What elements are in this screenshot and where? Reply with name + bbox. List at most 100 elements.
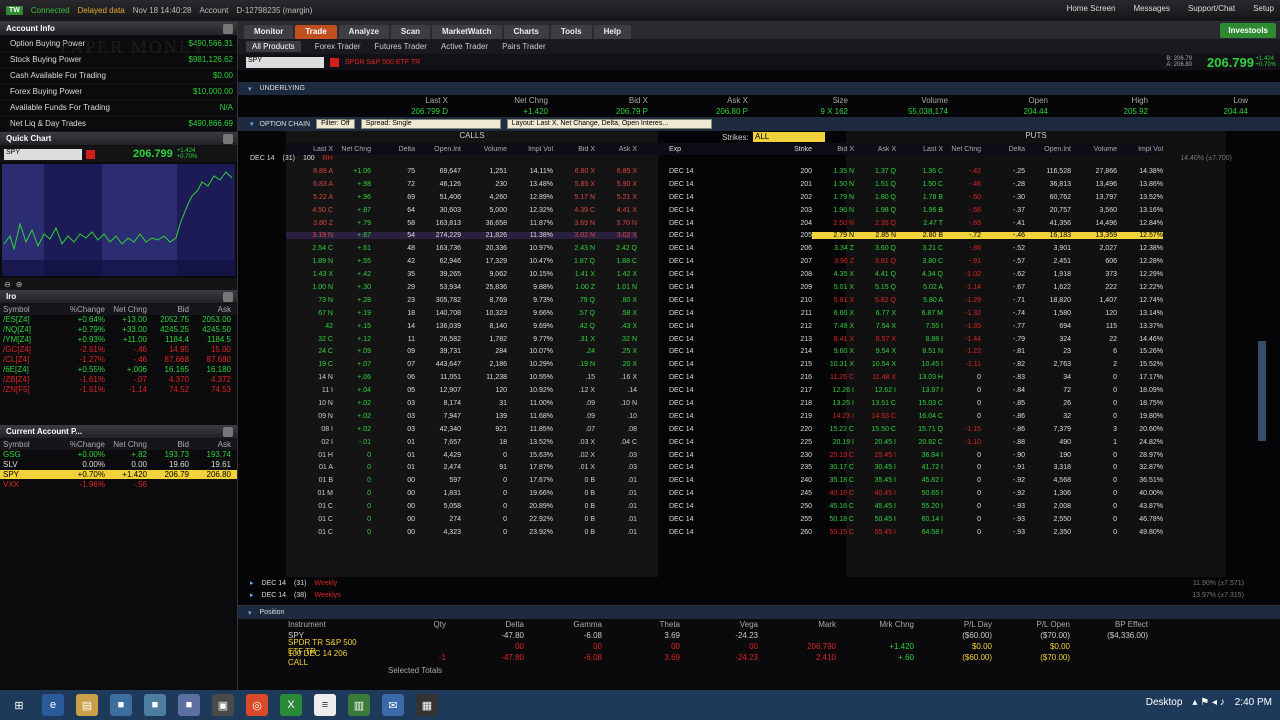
option-col-header[interactable]: Volume [461,146,507,153]
tray-icons[interactable]: ▴ ⚑ ◂ ♪ [1192,697,1224,708]
desktop-label[interactable]: Desktop [1146,697,1183,708]
quote-row[interactable]: SLV 0.00% 0.00 19.60 19.61 [0,460,237,470]
option-row[interactable]: 14 N +.06 06 11,051 11,238 10.55% .15 .16 X DEC … [286,371,1163,384]
quote-row[interactable]: SPY +0.70% +1.420 206.79 206.80 [0,470,237,480]
option-row[interactable]: 10 N +.02 03 8,174 31 11.00% .09 .10 N DEC 14 218… [286,397,1163,410]
position-row[interactable]: 100 DEC 14 206 CALL -1 -47.80 -6.08 3.69 -24.… [238,649,1280,667]
mail-icon[interactable]: ✉ [382,694,404,716]
tab-scan[interactable]: Scan [390,25,431,39]
support-chat-link[interactable]: Support/Chat [1188,4,1235,13]
tab-charts[interactable]: Charts [503,25,549,39]
setup-link[interactable]: Setup [1253,4,1274,13]
messages-link[interactable]: Messages [1133,4,1169,13]
panel-menu-icon[interactable] [223,292,233,302]
underlying-col[interactable]: Ask X [648,96,748,105]
position-col[interactable]: Theta [602,620,680,629]
option-row[interactable]: 09 N +.02 03 7,947 139 11.68% .09 .10 DEC 14 219 1… [286,410,1163,423]
option-col-header[interactable]: Net Chng [943,146,981,153]
app-icon[interactable]: ▦ [416,694,438,716]
investools-button[interactable]: Investools [1220,23,1276,38]
app-icon[interactable]: ▣ [212,694,234,716]
option-row[interactable]: 73 N +.28 23 305,782 8,769 9.73% .79 Q .80 X DEC… [286,294,1163,307]
quick-chart-plot[interactable] [2,164,236,276]
option-row[interactable]: 11 I +.04 05 12,907 120 10.92% .12 X .14 DEC 14 2… [286,384,1163,397]
quote-row[interactable]: /6E[Z4] +0.55% +.006 16.165 16.180 [0,365,237,375]
underlying-col[interactable]: High [1048,96,1148,105]
col-bid[interactable]: Bid [147,440,189,449]
position-col[interactable]: P/L Open [992,620,1070,629]
excel-icon[interactable]: X [280,694,302,716]
option-col-header[interactable]: Open.Int [415,146,461,153]
position-col[interactable]: Mark [758,620,836,629]
thinkorswim-icon[interactable]: ▥ [348,694,370,716]
zoom-in-icon[interactable]: ⊕ [16,280,23,289]
underlying-col[interactable]: Size [748,96,848,105]
col-symbol[interactable]: Symbol [3,440,61,449]
position-col[interactable]: Gamma [524,620,602,629]
quote-row[interactable]: /ZB[Z4] -1.61% -.07 4.370 4.372 [0,375,237,385]
expand-icon[interactable]: ▸ [250,591,254,599]
underlying-col[interactable]: Bid X [548,96,648,105]
underlying-col[interactable]: Last X [348,96,448,105]
alert-icon[interactable] [330,57,339,67]
option-col-header[interactable]: Impl Vol [507,146,553,153]
watchlist-header[interactable]: Iro [0,290,237,304]
position-col[interactable]: P/L Day [914,620,992,629]
subtab-futures-trader[interactable]: Futures Trader [374,42,426,51]
option-row[interactable]: 1.00 N +.30 29 53,934 25,836 9.88% 1.00 Z 1.01 … [286,281,1163,294]
collapse-icon[interactable]: ▾ [248,609,252,617]
option-col-header[interactable]: Open.Int [1025,146,1071,153]
underlying-col[interactable]: Open [948,96,1048,105]
quote-row[interactable]: GSG +0.00% +.82 193.73 193.74 [0,450,237,460]
position-col[interactable]: Instrument [238,620,368,629]
col-ask[interactable]: Ask [189,440,231,449]
col-bid[interactable]: Bid [147,305,189,314]
underlying-col[interactable]: Net Chng [448,96,548,105]
position-row[interactable]: SPY -47.80 -6.08 3.69 -24.23 ($60.00) ($70.00)… [238,630,1280,641]
collapse-icon[interactable]: ▾ [250,120,254,128]
position-col[interactable]: Vega [680,620,758,629]
tab-monitor[interactable]: Monitor [244,25,294,39]
panel-menu-icon[interactable] [223,134,233,144]
home-screen-link[interactable]: Home Screen [1067,4,1116,13]
expand-icon[interactable]: ▸ [250,579,254,587]
col-pctchange[interactable]: %Change [61,440,105,449]
account-select[interactable]: D-12798235 (margin) [236,6,312,15]
tab-help[interactable]: Help [593,25,631,39]
notepad-icon[interactable]: ≡ [314,694,336,716]
series-row[interactable]: ▸ DEC 14 (31) Weekly 11.90% (±7.571) [250,577,1270,589]
quote-row[interactable]: /NQ[Z4] +0.79% +33.00 4245.25 4245.50 [0,325,237,335]
option-row[interactable]: 1.89 N +.55 42 62,946 17,329 10.47% 1.87 Q 1.88… [286,255,1163,268]
option-row[interactable]: 1.43 X +.42 35 39,265 9,062 10.15% 1.41 X 1.42 … [286,268,1163,281]
panel-menu-icon[interactable] [223,427,233,437]
option-col-header[interactable]: Volume [1071,146,1117,153]
option-row[interactable]: 01 A 0 01 2,474 91 17.87% .01 X .03 DEC 14 235 30.… [286,461,1163,474]
option-row[interactable]: 08 I +.02 03 42,340 921 11.85% .07 .08 DEC 14 220… [286,423,1163,436]
alert-icon[interactable] [86,149,95,159]
layout-dropdown[interactable]: Layout: Last X, Net Change, Delta, Open … [506,119,712,129]
option-row[interactable]: 3.80 Z +.79 58 163,813 36,658 11.87% 3.69 N 3.7… [286,217,1163,230]
strikes-dropdown[interactable]: ALL [753,132,825,142]
quote-row[interactable]: /ES[Z4] +0.64% +13.00 2052.75 2053.00 [0,315,237,325]
underlying-header[interactable]: ▾ UNDERLYING [238,82,1280,95]
option-col-header[interactable]: Ask X [854,146,896,153]
panel-menu-icon[interactable] [223,24,233,34]
option-row[interactable]: 6.83 A +.98 72 46,126 230 13.48% 5.85 X 5.90 X D… [286,178,1163,191]
quote-row[interactable]: /GC[Z4] -2.61% -.46 14.95 15.00 [0,345,237,355]
option-row[interactable]: 02 I -.01 01 7,657 18 13.52% .03 X .04 C DEC 14 2… [286,436,1163,449]
scrollbar-thumb[interactable] [1258,341,1266,441]
option-col-header[interactable]: Net Chng [333,146,371,153]
option-row[interactable]: 01 C 0 00 4,323 0 23.92% 0 B .01 DEC 14 260 55.15 … [286,526,1163,539]
tab-trade[interactable]: Trade [295,25,337,39]
app-icon[interactable]: ■ [144,694,166,716]
collapse-icon[interactable]: ▾ [248,85,252,93]
subtab-all-products[interactable]: All Products [246,41,301,52]
option-row[interactable]: 01 B 0 00 597 0 17.67% 0 B .01 DEC 14 240 35.18 C3… [286,474,1163,487]
option-col-header[interactable]: Delta [981,146,1025,153]
account-info-header[interactable]: Account Info [0,22,237,36]
chrome-icon[interactable]: ◎ [246,694,268,716]
option-row[interactable]: 24 C +.09 09 39,731 284 10.07% .24 .25 X DEC 14 2… [286,345,1163,358]
start-icon[interactable]: ⊞ [8,694,30,716]
tab-tools[interactable]: Tools [550,25,592,39]
quote-row[interactable]: /YM[Z4] +0.93% +11.00 1184.4 1184.5 [0,335,237,345]
